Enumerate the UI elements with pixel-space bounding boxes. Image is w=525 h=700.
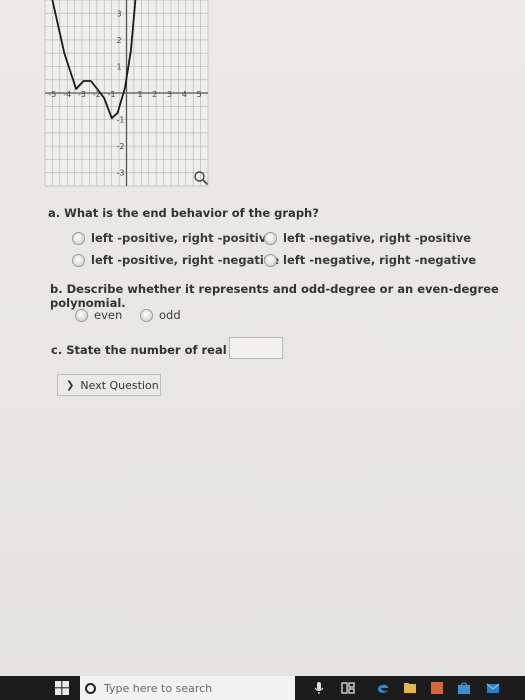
question-a-label: a. What is the end behavior of the graph… (48, 206, 319, 220)
y-tick-label: 1 (117, 62, 122, 71)
magnify-icon[interactable] (193, 170, 209, 186)
radio-button[interactable] (72, 253, 85, 267)
option-even[interactable]: even (75, 308, 122, 322)
radio-button[interactable] (264, 253, 277, 267)
radio-button[interactable] (72, 231, 85, 245)
microphone-icon[interactable] (312, 681, 326, 695)
x-tick-label: -5 (48, 90, 56, 99)
x-tick-label: -4 (63, 90, 71, 99)
x-tick-label: 5 (197, 90, 202, 99)
option-odd[interactable]: odd (140, 308, 181, 322)
x-tick-label: 2 (152, 90, 157, 99)
next-question-label: Next Question (80, 378, 159, 392)
y-tick-label: 3 (117, 9, 122, 18)
y-tick-label: -2 (117, 142, 125, 151)
windows-start-icon[interactable] (55, 681, 69, 695)
radio-button[interactable] (75, 308, 88, 322)
page: -5 -4 -3 -2 -1 1 2 3 4 5 3 2 1 -1 -2 -3 a. What is the … (0, 0, 525, 676)
next-question-button[interactable]: ❯ Next Question (57, 374, 161, 396)
question-b-label: b. Describe whether it represents and od… (50, 282, 499, 310)
option-a1[interactable]: left -positive, right -positive (72, 231, 274, 245)
option-a3-label: left -positive, right -negative (91, 253, 280, 267)
option-a2[interactable]: left -negative, right -positive (264, 231, 471, 245)
x-tick-label: 3 (167, 90, 172, 99)
polynomial-graph: -5 -4 -3 -2 -1 1 2 3 4 5 3 2 1 -1 -2 -3 (30, 0, 215, 190)
x-tick-label: -1 (108, 90, 116, 99)
option-a4[interactable]: left -negative, right -negative (264, 253, 476, 267)
store-icon[interactable] (457, 681, 471, 695)
file-explorer-icon[interactable] (403, 681, 417, 695)
chevron-right-icon: ❯ (66, 379, 75, 391)
x-tick-label: 1 (137, 90, 142, 99)
y-tick-label: -3 (117, 169, 125, 178)
edge-browser-icon[interactable] (376, 681, 390, 695)
search-placeholder: Type here to search (104, 681, 213, 695)
cortana-icon (85, 682, 96, 694)
taskbar: Type here to search (0, 676, 525, 700)
graph-canvas: -5 -4 -3 -2 -1 1 2 3 4 5321-1-2-3 (44, 0, 209, 187)
app-icon[interactable] (430, 681, 444, 695)
option-a4-label: left -negative, right -negative (283, 253, 477, 267)
radio-button[interactable] (140, 308, 153, 322)
task-view-icon[interactable] (341, 681, 355, 695)
option-odd-label: odd (159, 308, 181, 322)
x-tick-label: 4 (182, 90, 187, 99)
taskbar-search[interactable]: Type here to search (80, 676, 295, 700)
x-tick-label: -3 (78, 90, 86, 99)
mail-icon[interactable] (486, 681, 500, 695)
y-tick-label: -1 (117, 116, 125, 125)
real-zeros-input[interactable] (229, 337, 283, 359)
option-a2-label: left -negative, right -positive (283, 231, 472, 245)
option-a3[interactable]: left -positive, right -negative (72, 253, 279, 267)
option-a1-label: left -positive, right -positive (91, 231, 275, 245)
option-even-label: even (94, 308, 123, 322)
radio-button[interactable] (264, 231, 277, 245)
y-tick-label: 2 (117, 36, 122, 45)
